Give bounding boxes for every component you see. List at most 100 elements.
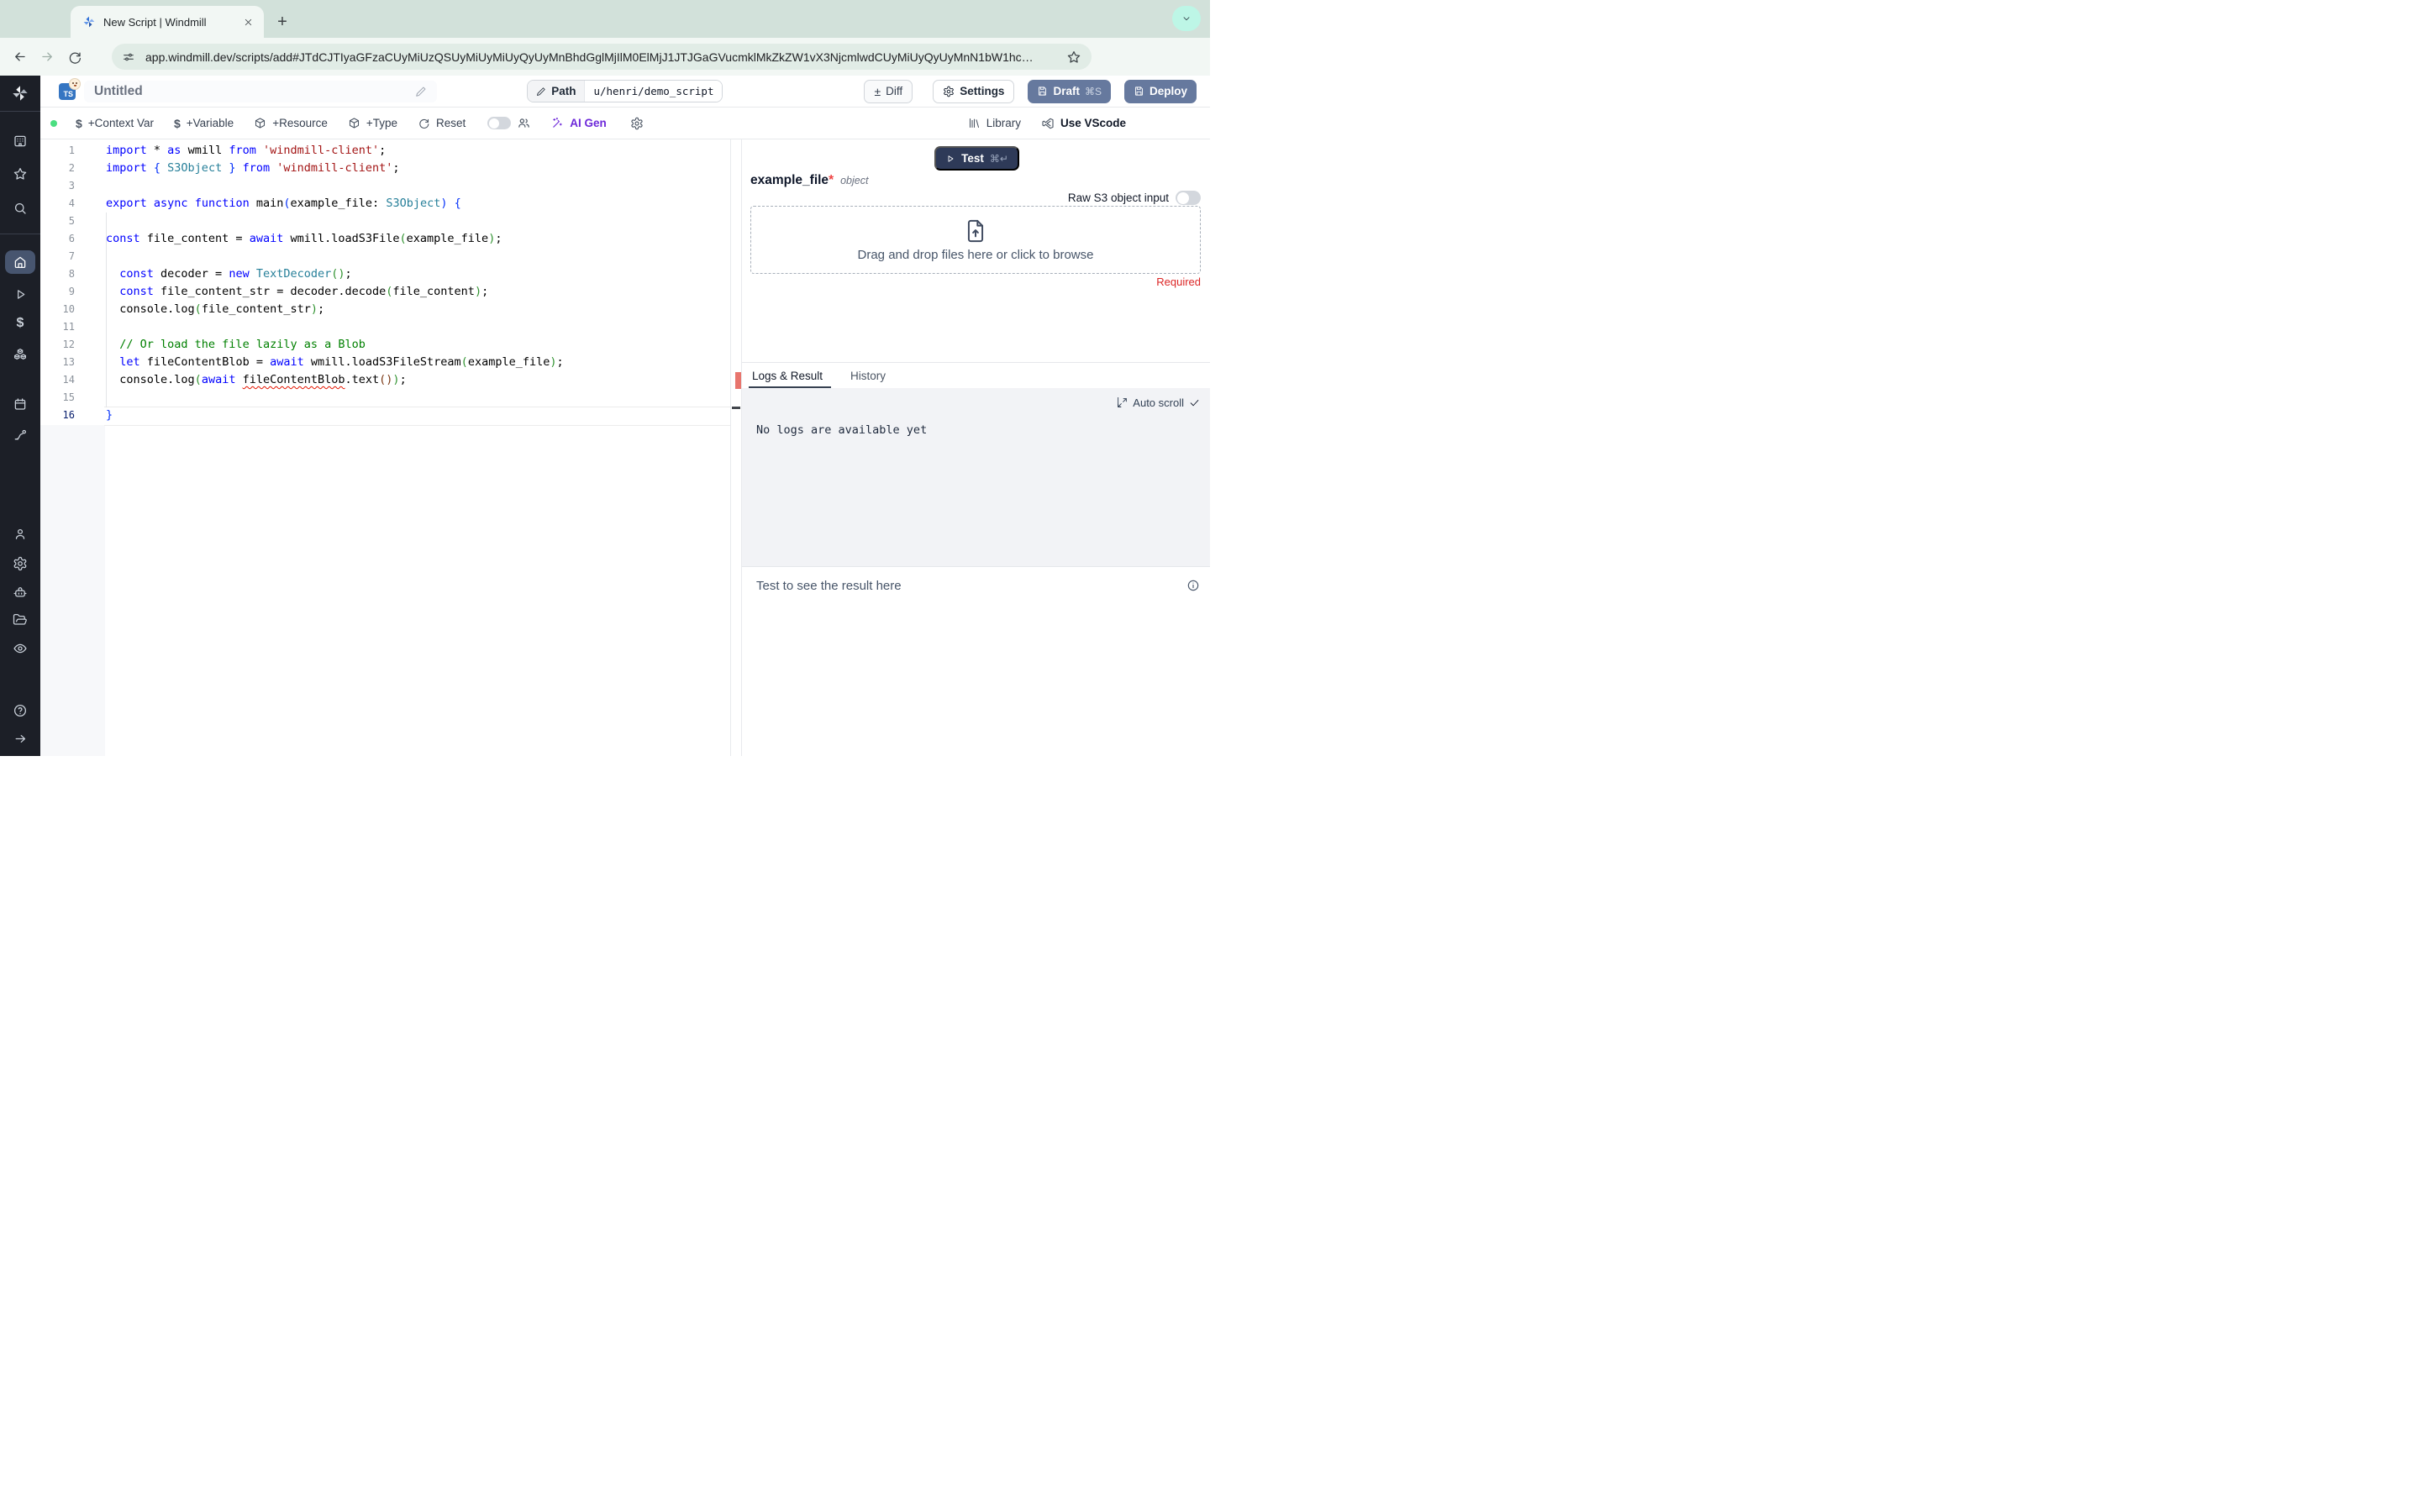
line-number: 2 (68, 162, 75, 174)
sidebar-item-help[interactable] (0, 700, 40, 722)
windmill-favicon (83, 16, 95, 28)
deploy-button[interactable]: Deploy (1123, 79, 1197, 103)
add-variable-button[interactable]: $ +Variable (174, 117, 234, 129)
info-icon[interactable] (1186, 579, 1200, 592)
browser-tab[interactable]: New Script | Windmill (71, 6, 264, 38)
code-line[interactable]: 13 let fileContentBlob = await wmill.loa… (40, 354, 730, 371)
file-upload-icon (967, 219, 984, 242)
path-edit-button[interactable]: Path (528, 81, 585, 102)
code-line[interactable]: 10 console.log(file_content_str); (40, 301, 730, 318)
auto-scroll-control[interactable]: Auto scroll (1117, 396, 1200, 409)
code-line[interactable]: 3 (40, 177, 730, 195)
code-line[interactable]: 9 const file_content_str = decoder.decod… (40, 283, 730, 301)
code-line[interactable]: 4 export async function main(example_file… (40, 195, 730, 213)
sidebar-item-audit-logs[interactable] (0, 638, 40, 659)
line-number: 16 (62, 409, 75, 421)
code-line[interactable]: 11 (40, 318, 730, 336)
path-control[interactable]: Path u/henri/demo_script (527, 80, 723, 102)
back-icon[interactable] (12, 49, 28, 65)
collaboration-toggle[interactable] (487, 117, 512, 129)
bookmark-star-icon[interactable] (1066, 50, 1081, 65)
play-icon (948, 155, 954, 162)
script-title-input[interactable]: Untitled (84, 80, 437, 102)
sidebar-item-search[interactable] (0, 197, 40, 219)
code-line[interactable]: 7 (40, 248, 730, 265)
code-editor[interactable]: 1 import * as wmill from 'windmill-client… (40, 139, 730, 756)
settings-button[interactable]: Settings (933, 79, 1015, 103)
line-number: 4 (68, 197, 75, 209)
tab-logs-result[interactable]: Logs & Result (748, 363, 832, 388)
path-value: u/henri/demo_script (584, 81, 723, 102)
code-line[interactable]: 14 console.log(await fileContentBlob.tex… (40, 371, 730, 389)
code-line[interactable]: 1 import * as wmill from 'windmill-client… (40, 142, 730, 160)
tab-close-icon[interactable] (240, 14, 255, 29)
overview-ruler[interactable] (730, 139, 742, 756)
wand-sparkles-icon (553, 118, 563, 128)
forward-icon[interactable] (39, 49, 55, 65)
sidebar-item-account[interactable] (0, 523, 40, 545)
sidebar-item-home[interactable] (5, 250, 35, 274)
script-title: Untitled (94, 83, 143, 98)
code-line[interactable]: 8 const decoder = new TextDecoder(); (40, 265, 730, 283)
tab-title: New Script | Windmill (103, 15, 207, 29)
raw-s3-toggle[interactable] (1176, 191, 1201, 205)
sidebar-item-variables[interactable]: $ (0, 312, 40, 334)
chevron-down-icon (1183, 17, 1190, 21)
editor-toolbar: $ +Context Var $ +Variable +Resource +Ty… (40, 108, 1210, 139)
sidebar-item-schedules[interactable] (0, 393, 40, 415)
code-line[interactable]: 15 (40, 389, 730, 407)
line-number: 12 (62, 339, 75, 350)
required-label: Required (1156, 276, 1201, 288)
sidebar-item-resources[interactable] (0, 344, 40, 365)
edit-pencil-icon[interactable] (415, 86, 427, 97)
dollar-icon: $ (76, 116, 82, 130)
sidebar-item-workers[interactable] (0, 581, 40, 603)
browser-url-bar: app.windmill.dev/scripts/add#JTdCJTIyaGF… (0, 38, 1210, 106)
sidebar-item-flows[interactable] (0, 424, 40, 446)
tab-search-chevron-button[interactable] (1172, 6, 1201, 31)
new-tab-button[interactable]: + (271, 10, 294, 34)
line-number: 1 (68, 144, 75, 156)
argument-type: object (840, 175, 869, 186)
plus-minus-icon: ± (874, 84, 881, 98)
reload-icon[interactable] (67, 50, 82, 65)
sidebar-item-workspace[interactable] (0, 130, 40, 152)
code-text: const decoder = new TextDecoder(); (119, 267, 352, 281)
draft-button[interactable]: Draft ⌘S (1028, 79, 1111, 103)
ai-gen-button[interactable]: AI Gen (551, 117, 607, 129)
line-number: 8 (68, 268, 75, 280)
expand-icon[interactable] (1117, 397, 1128, 408)
code-text: let fileContentBlob = await wmill.loadS3… (119, 355, 564, 369)
code-text: export async function main(example_file:… (106, 197, 461, 210)
site-settings-icon[interactable] (122, 50, 135, 64)
dollar-icon: $ (173, 116, 181, 130)
code-line[interactable]: 16} (40, 407, 730, 424)
cursor-marker (732, 407, 740, 409)
add-type-button[interactable]: +Type (348, 117, 397, 129)
add-context-var-button[interactable]: $ +Context Var (76, 117, 154, 129)
gear-icon (631, 117, 643, 129)
sidebar-item-runs[interactable] (0, 283, 40, 305)
test-button[interactable]: Test ⌘↵ (934, 146, 1019, 171)
library-button[interactable]: Library (968, 117, 1021, 129)
code-line[interactable]: 2 import { S3Object } from 'windmill-clie… (40, 160, 730, 177)
sidebar-item-folders[interactable] (0, 609, 40, 631)
file-dropzone[interactable]: Drag and drop files here or click to bro… (750, 206, 1201, 274)
code-line[interactable]: 6 const file_content = await wmill.loadS3… (40, 230, 730, 248)
address-bar[interactable]: app.windmill.dev/scripts/add#JTdCJTIyaGF… (112, 44, 1092, 70)
reset-button[interactable]: Reset (418, 117, 466, 129)
line-number: 7 (68, 250, 75, 262)
logs-output-area: Auto scroll No logs are available yet (742, 388, 1210, 567)
diff-button[interactable]: ± Diff (864, 79, 913, 103)
use-vscode-button[interactable]: Use VScode (1041, 117, 1126, 130)
editor-settings-button[interactable] (630, 117, 644, 130)
sidebar-item-settings[interactable] (0, 553, 40, 575)
sidebar-collapse-arrow[interactable] (0, 727, 40, 749)
code-line[interactable]: 12 // Or load the file lazily as a Blob (40, 336, 730, 354)
code-line[interactable]: 5 (40, 213, 730, 230)
save-icon (1134, 87, 1144, 96)
sidebar-item-favorites[interactable] (0, 163, 40, 185)
tab-history[interactable]: History (850, 363, 886, 388)
add-resource-button[interactable]: +Resource (254, 117, 328, 129)
required-asterisk: * (829, 173, 834, 187)
